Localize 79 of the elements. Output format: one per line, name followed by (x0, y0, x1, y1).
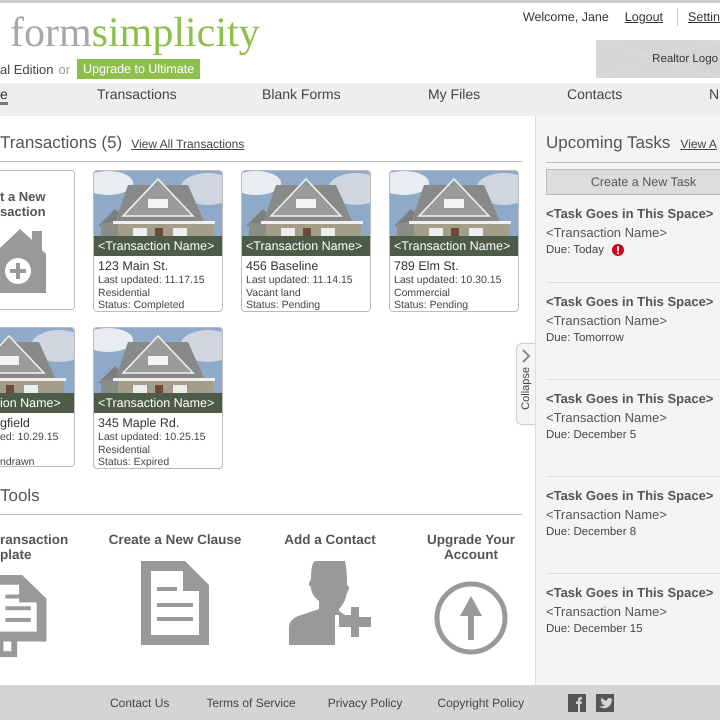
transaction-card[interactable]: <Transaction Name> 345 Maple Rd. Last updated: 10.25.15 Residential Status: Expired (93, 327, 223, 469)
view-all-link[interactable]: View A (680, 137, 717, 151)
task-transaction: <Transaction Name> (546, 506, 668, 524)
transaction-card[interactable]: <Transaction Name> 789 Elm St. Last updated: 10.30.15 Commercial Status: Pending (389, 170, 519, 312)
transaction-card[interactable]: <Transaction Name> 456 Baseline Last updated: 11.14.15 Vacant land Status: Pending (241, 170, 371, 312)
task-title[interactable]: <Task Goes in This Space> (546, 390, 720, 408)
footer-link[interactable]: Copyright Policy (437, 696, 524, 710)
view-all-link[interactable]: View All Transactions (131, 137, 244, 151)
task-transaction: <Transaction Name> (546, 312, 668, 330)
property-type: Residential (98, 444, 151, 456)
logout-link[interactable]: Logout (624, 10, 664, 24)
address: 789 Elm St. (394, 258, 460, 274)
edition-label: al Edition (0, 62, 54, 76)
address: gfield (0, 415, 31, 431)
status-text: Status: Completed (98, 299, 186, 311)
nav-tab[interactable]: Contacts (567, 83, 622, 105)
last-updated: Last updated: 10.30.15 (394, 274, 502, 286)
document-icon[interactable] (141, 560, 209, 646)
tool-title[interactable]: Create a New Clause (108, 532, 242, 547)
nav-tab[interactable]: N (709, 83, 720, 105)
task-title[interactable]: <Task Goes in This Space> (546, 584, 720, 602)
footer-link[interactable]: Privacy Policy (328, 696, 402, 710)
due-date: Due: Today (546, 244, 604, 256)
last-updated: Last updated: 10.25.15 (98, 431, 206, 444)
status-text: Status: Pending (394, 299, 470, 311)
property-type: Residential (98, 286, 151, 299)
transaction-name: <Transaction Name> (390, 236, 518, 256)
address: 123 Main St. (98, 258, 170, 274)
transaction-name: ion Name> (0, 393, 74, 413)
due-date: Due: December 5 (546, 429, 636, 441)
logo-placeholder-text: Realtor Logo (652, 53, 718, 65)
status-text: Status: Expired (98, 456, 170, 468)
new-transaction-card[interactable]: t a New saction (0, 170, 75, 310)
bird-icon[interactable] (596, 694, 614, 712)
last-updated: ed: 10.29.15 (0, 431, 60, 444)
nav-tab[interactable]: My Files (428, 83, 480, 105)
footer-link[interactable]: Terms of Service (206, 696, 296, 710)
card-title: t a New (0, 189, 47, 204)
tool-title[interactable]: Add a Contact (284, 532, 376, 547)
card-title: saction (0, 204, 47, 219)
welcome-text: Welcome, Jane (522, 10, 609, 24)
task-transaction: <Transaction Name> (546, 409, 668, 427)
transaction-card[interactable]: <Transaction Name> 123 Main St. Last updated: 11.17.15 Residential Status: Completed (93, 170, 223, 312)
transaction-card[interactable]: ion Name> gfield ed: 10.29.15 ndrawn (0, 327, 75, 467)
due-date: Due: Tomorrow (546, 332, 624, 344)
tool-title[interactable]: Upgrade Your Account (426, 532, 515, 562)
nav-tab[interactable]: Blank Forms (262, 83, 341, 105)
chevron-icon (521, 349, 531, 363)
task-transaction: <Transaction Name> (546, 603, 668, 621)
section-title: Tools (0, 486, 40, 506)
address: 456 Baseline (246, 258, 320, 274)
transaction-name: <Transaction Name> (242, 236, 370, 256)
property-type: Commercial (394, 286, 452, 299)
task-title[interactable]: <Task Goes in This Space> (546, 487, 720, 505)
property-type: Vacant land (246, 286, 302, 299)
task-title[interactable]: <Task Goes in This Space> (546, 293, 720, 311)
collapse-tab[interactable]: Collapse (516, 343, 535, 425)
due-date: Due: December 15 (546, 623, 643, 635)
last-updated: Last updated: 11.14.15 (246, 274, 354, 286)
transaction-name: <Transaction Name> (94, 236, 222, 256)
last-updated: Last updated: 11.17.15 (98, 274, 206, 286)
nav-tab[interactable]: e (0, 83, 8, 105)
task-transaction: <Transaction Name> (546, 224, 668, 242)
section-title: Transactions (5) (0, 133, 122, 153)
section-title: Upcoming Tasks (546, 133, 670, 153)
due-date: Due: December 8 (546, 526, 636, 538)
task-title[interactable]: <Task Goes in This Space> (546, 205, 720, 223)
add-person-icon[interactable] (289, 560, 371, 646)
footer-link[interactable]: Contact Us (110, 696, 170, 710)
nav-tab[interactable]: Transactions (97, 83, 177, 105)
settings-link[interactable]: Settin (688, 10, 720, 24)
tool-title[interactable]: ransaction plate (0, 532, 68, 562)
create-task-button[interactable]: Create a New Task (546, 169, 720, 195)
status-text: ndrawn (0, 456, 36, 466)
transaction-name: <Transaction Name> (94, 393, 222, 413)
or-label: or (58, 62, 70, 76)
address: 345 Maple Rd. (98, 415, 180, 431)
facebook-icon[interactable] (568, 694, 586, 712)
status-text: Status: Pending (246, 299, 322, 311)
